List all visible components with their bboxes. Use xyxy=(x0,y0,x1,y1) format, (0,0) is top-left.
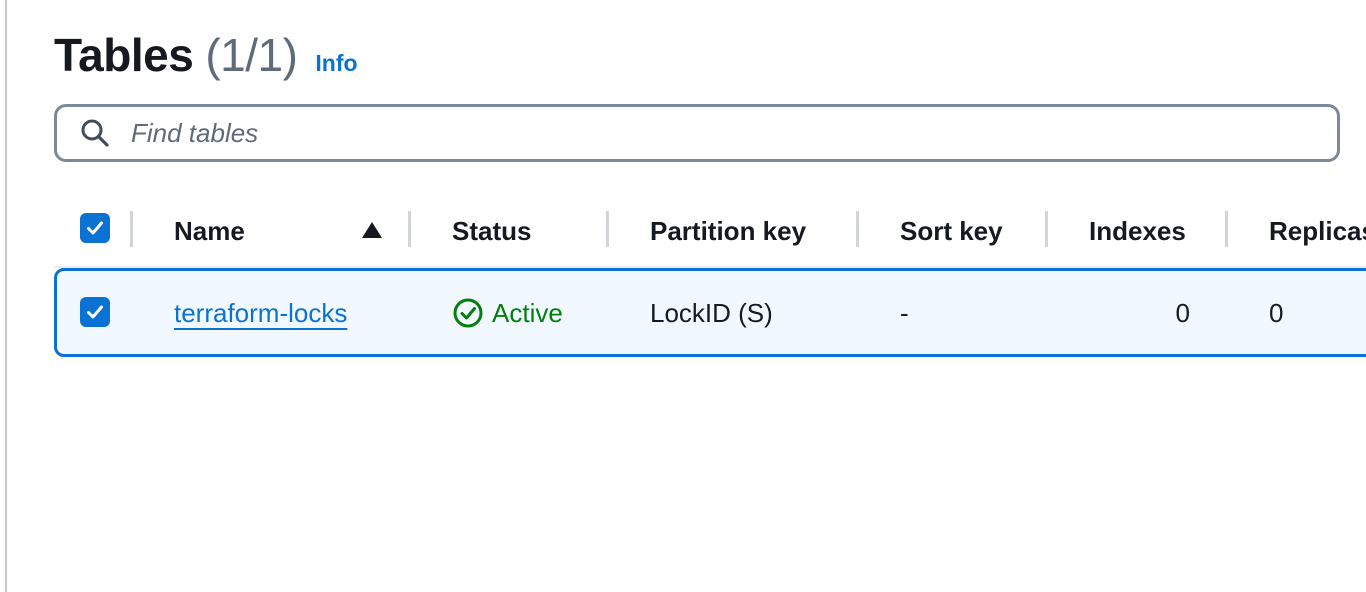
column-header-name-label: Name xyxy=(174,215,245,246)
column-divider[interactable] xyxy=(856,211,859,247)
cell-sort-key: - xyxy=(900,296,909,330)
tables-page: Tables (1/1) Info Name Status Partition … xyxy=(0,0,1366,592)
column-header-partition-key-label: Partition key xyxy=(650,215,807,246)
cell-status: Active xyxy=(452,296,563,330)
search-box[interactable] xyxy=(54,104,1340,162)
cell-indexes: 0 xyxy=(1090,296,1190,330)
column-header-name[interactable]: Name xyxy=(174,212,245,250)
column-divider[interactable] xyxy=(408,211,411,247)
column-header-replicas[interactable]: Replicas xyxy=(1269,212,1366,250)
info-link[interactable]: Info xyxy=(315,50,357,77)
table-name-link[interactable]: terraform-locks xyxy=(174,298,347,329)
column-header-replicas-label: Replicas xyxy=(1269,215,1366,246)
column-divider[interactable] xyxy=(130,211,133,247)
indexes-value: 0 xyxy=(1175,297,1190,328)
cell-replicas: 0 xyxy=(1269,296,1283,330)
select-all-checkbox[interactable] xyxy=(80,213,110,243)
column-header-sort-key-label: Sort key xyxy=(900,215,1003,246)
search-input[interactable] xyxy=(131,113,1231,153)
column-divider[interactable] xyxy=(1045,211,1048,247)
table-count: (1/1) xyxy=(205,29,298,81)
partition-key-value: LockID (S) xyxy=(650,297,773,328)
column-divider[interactable] xyxy=(606,211,609,247)
status-text: Active xyxy=(492,297,563,328)
sort-ascending-icon[interactable] xyxy=(361,221,383,244)
sort-key-value: - xyxy=(900,297,909,328)
checkmark-icon xyxy=(87,305,103,319)
column-header-status-label: Status xyxy=(452,215,532,246)
page-title: Tables xyxy=(54,29,194,81)
column-header-indexes-label: Indexes xyxy=(1089,215,1186,246)
left-border xyxy=(5,0,7,592)
column-header-partition-key[interactable]: Partition key xyxy=(650,212,806,250)
check-circle-icon xyxy=(453,298,483,328)
search-icon xyxy=(79,117,111,149)
column-header-indexes[interactable]: Indexes xyxy=(1089,212,1186,250)
column-divider[interactable] xyxy=(1225,211,1228,247)
page-header: Tables (1/1) Info xyxy=(54,28,358,82)
cell-partition-key: LockID (S) xyxy=(650,296,773,330)
checkmark-icon xyxy=(87,221,103,235)
column-header-sort-key[interactable]: Sort key xyxy=(900,212,1003,250)
column-header-status[interactable]: Status xyxy=(452,212,531,250)
cell-name: terraform-locks xyxy=(174,296,347,330)
row-select-checkbox[interactable] xyxy=(80,297,110,327)
replicas-value: 0 xyxy=(1269,297,1284,328)
